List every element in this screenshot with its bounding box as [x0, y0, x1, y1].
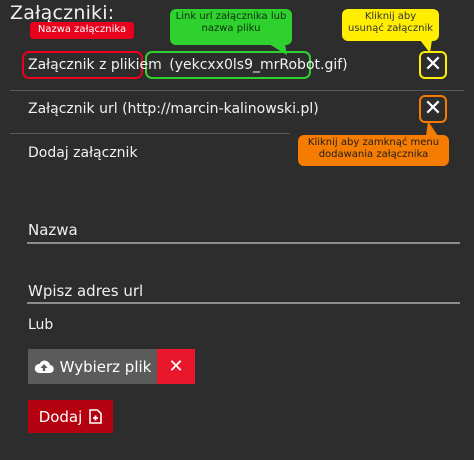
annotation-link-text: Link url załącznika lub nazwa pliku [175, 11, 287, 34]
add-label: Dodaj [38, 407, 83, 426]
annotation-name-callout: Nazwa załącznika [30, 22, 134, 39]
divider [10, 133, 290, 134]
file-plus-icon [89, 409, 103, 424]
annotation-link-callout: Link url załącznika lub nazwa pliku [170, 9, 292, 45]
annotation-close-text: Kliknij aby zamknąć menu dodawania załąc… [307, 137, 440, 160]
close-icon: ✕ [168, 356, 184, 377]
close-icon: ✕ [423, 52, 443, 77]
annotation-name-text: Nazwa załącznika [37, 24, 127, 35]
divider [10, 90, 464, 91]
or-label: Lub [28, 317, 54, 333]
add-attachment-label: Dodaj załącznik [28, 145, 138, 161]
choose-file-button[interactable]: Wybierz plik [28, 349, 157, 384]
annotation-remove-callout: Kliknij aby usunąć załącznik [342, 9, 439, 41]
attachment-file-link[interactable]: (yekcxx0ls9_mrRobot.gif) [169, 57, 347, 73]
remove-attachment-button[interactable]: ✕ [419, 51, 447, 79]
attachments-heading: Załączniki: [10, 2, 115, 24]
name-input-underline [27, 242, 460, 244]
choose-file-label: Wybierz plik [59, 357, 152, 376]
attachment-file-prefix: Załącznik z plikiem [28, 57, 162, 73]
annotation-close-callout: Kliknij aby zamknąć menu dodawania załąc… [298, 135, 449, 166]
url-input-underline [27, 302, 460, 304]
close-icon: ✕ [423, 96, 443, 121]
add-attachment-button[interactable]: Dodaj [28, 400, 113, 433]
attachment-file-row: Załącznik z plikiem (yekcxx0ls9_mrRobot.… [28, 57, 348, 73]
attachment-url-row[interactable]: Załącznik url (http://marcin-kalinowski.… [28, 101, 319, 117]
clear-file-button[interactable]: ✕ [157, 349, 195, 384]
cloud-upload-icon [34, 360, 54, 374]
url-input[interactable]: Wpisz adres url [28, 282, 143, 300]
close-add-menu-button[interactable]: ✕ [419, 95, 447, 123]
annotation-remove-text: Kliknij aby usunąć załącznik [347, 11, 434, 34]
name-input[interactable]: Nazwa [28, 221, 78, 239]
